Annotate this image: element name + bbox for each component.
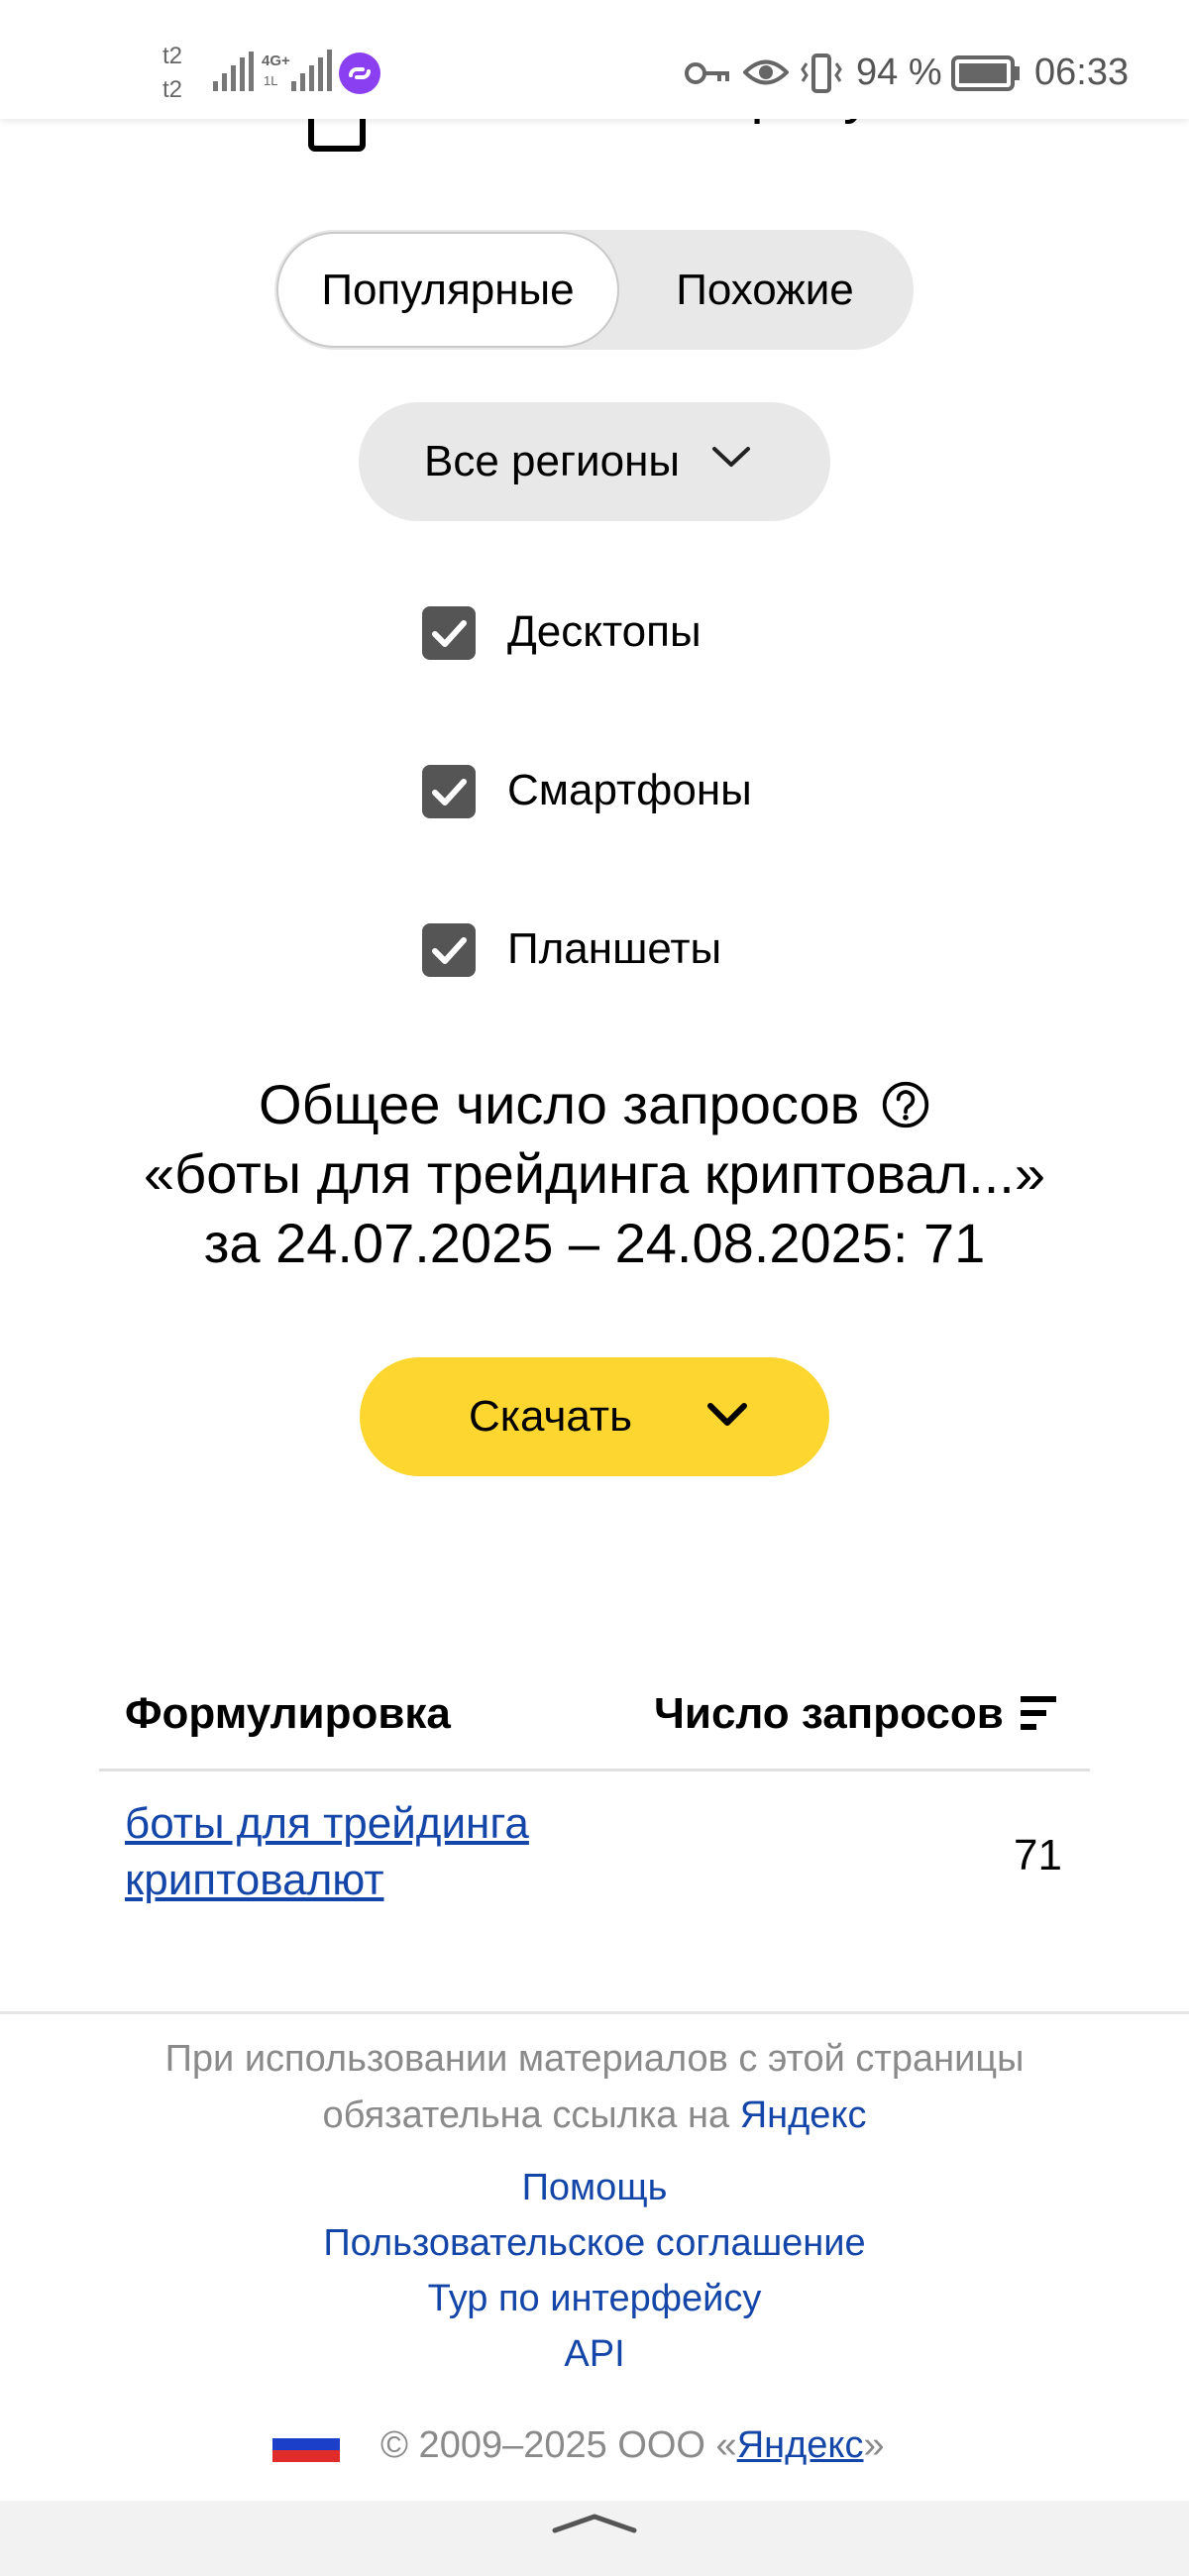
checkbox-desktops-box[interactable]	[422, 606, 476, 660]
carrier-labels: t2 t2	[162, 40, 182, 107]
footer-link-api[interactable]: API	[99, 2326, 1090, 2382]
help-icon[interactable]	[881, 1080, 930, 1129]
clock: 06:33	[1034, 52, 1130, 93]
carrier-2-label: t2	[162, 76, 183, 103]
region-dropdown[interactable]: Все регионы	[359, 402, 830, 521]
copyright-prefix: © 2009–2025 ООО «	[380, 2424, 737, 2466]
footer-notice-yandex-link[interactable]: Яндекс	[740, 2094, 867, 2136]
status-bar: t2 t2 4G+ 1L 94 % 06:33	[0, 0, 1189, 119]
table-header-divider	[99, 1769, 1090, 1771]
summary-line-1: Общее число запросов	[59, 1070, 1130, 1139]
checkbox-tablets-box[interactable]	[422, 923, 476, 977]
footer-notice-text: При использовании материалов с этой стра…	[164, 2038, 1025, 2136]
copyright-suffix: »	[863, 2424, 885, 2466]
table-row-phrase-link[interactable]: боты для трейдинга криптовалют	[125, 1795, 680, 1908]
copyright: © 2009–2025 ООО «Яндекс»	[380, 2417, 885, 2473]
carrier-1-label: t2	[162, 43, 183, 69]
footer-divider	[0, 2011, 1189, 2014]
total-queries-summary: Общее число запросов «боты для трейдинга…	[59, 1070, 1130, 1278]
region-dropdown-label: Все регионы	[424, 437, 681, 485]
signal-icon	[213, 52, 254, 91]
section-title: Сайты по запросу	[392, 119, 872, 143]
footer-link-user-agreement[interactable]: Пользовательское соглашение	[99, 2215, 1090, 2271]
column-header-count[interactable]: Число запросов	[654, 1684, 1004, 1744]
sort-icon[interactable]	[1021, 1696, 1058, 1732]
summary-query: «боты для трейдинга криптовал...»	[144, 1142, 1045, 1205]
network-type-text: 4G+	[262, 53, 290, 69]
check-icon	[432, 937, 467, 964]
footer-links: Помощь Пользовательское соглашение Тур п…	[99, 2160, 1090, 2382]
footer-notice: При использовании материалов с этой стра…	[99, 2031, 1090, 2144]
vibrate-icon	[801, 54, 842, 93]
checkbox-desktops-label: Десктопы	[507, 607, 702, 656]
summary-period: за 24.07.2025 – 24.08.2025: 71	[203, 1212, 986, 1274]
footer-link-interface-tour[interactable]: Тур по интерфейсу	[99, 2271, 1090, 2326]
tab-popular[interactable]: Популярные	[276, 232, 619, 348]
svg-text:1L: 1L	[264, 73, 277, 88]
checkbox-smartphones-label: Смартфоны	[507, 766, 752, 814]
expand-up-icon[interactable]	[551, 2511, 638, 2534]
check-icon	[432, 779, 467, 805]
sites-icon	[308, 119, 366, 152]
checkbox-smartphones-box[interactable]	[422, 765, 476, 818]
chevron-down-icon	[707, 1403, 747, 1426]
signal-4g-icon: 4G+ 1L	[262, 50, 332, 91]
column-header-phrase: Формулировка	[125, 1689, 451, 1738]
chevron-down-icon	[712, 447, 750, 467]
app-notification-icon	[339, 53, 380, 94]
download-button[interactable]: Скачать	[360, 1357, 829, 1476]
copyright-yandex-link[interactable]: Яндекс	[737, 2424, 864, 2466]
summary-title: Общее число запросов	[259, 1073, 860, 1135]
russian-flag-icon	[272, 2426, 340, 2462]
eye-icon	[743, 59, 789, 85]
checkbox-tablets-label: Планшеты	[507, 924, 722, 973]
check-icon	[432, 620, 467, 647]
table-row-count: 71	[1014, 1831, 1062, 1879]
battery-percent: 94 %	[856, 52, 942, 93]
download-button-label: Скачать	[469, 1392, 632, 1441]
section-title-clip: Сайты по запросу	[307, 119, 921, 155]
battery-icon	[951, 55, 1020, 91]
tab-similar[interactable]: Похожие	[621, 230, 909, 350]
footer-link-help[interactable]: Помощь	[99, 2160, 1090, 2215]
sites-type-switch: Популярные Похожие	[274, 230, 914, 350]
key-icon	[685, 62, 729, 84]
